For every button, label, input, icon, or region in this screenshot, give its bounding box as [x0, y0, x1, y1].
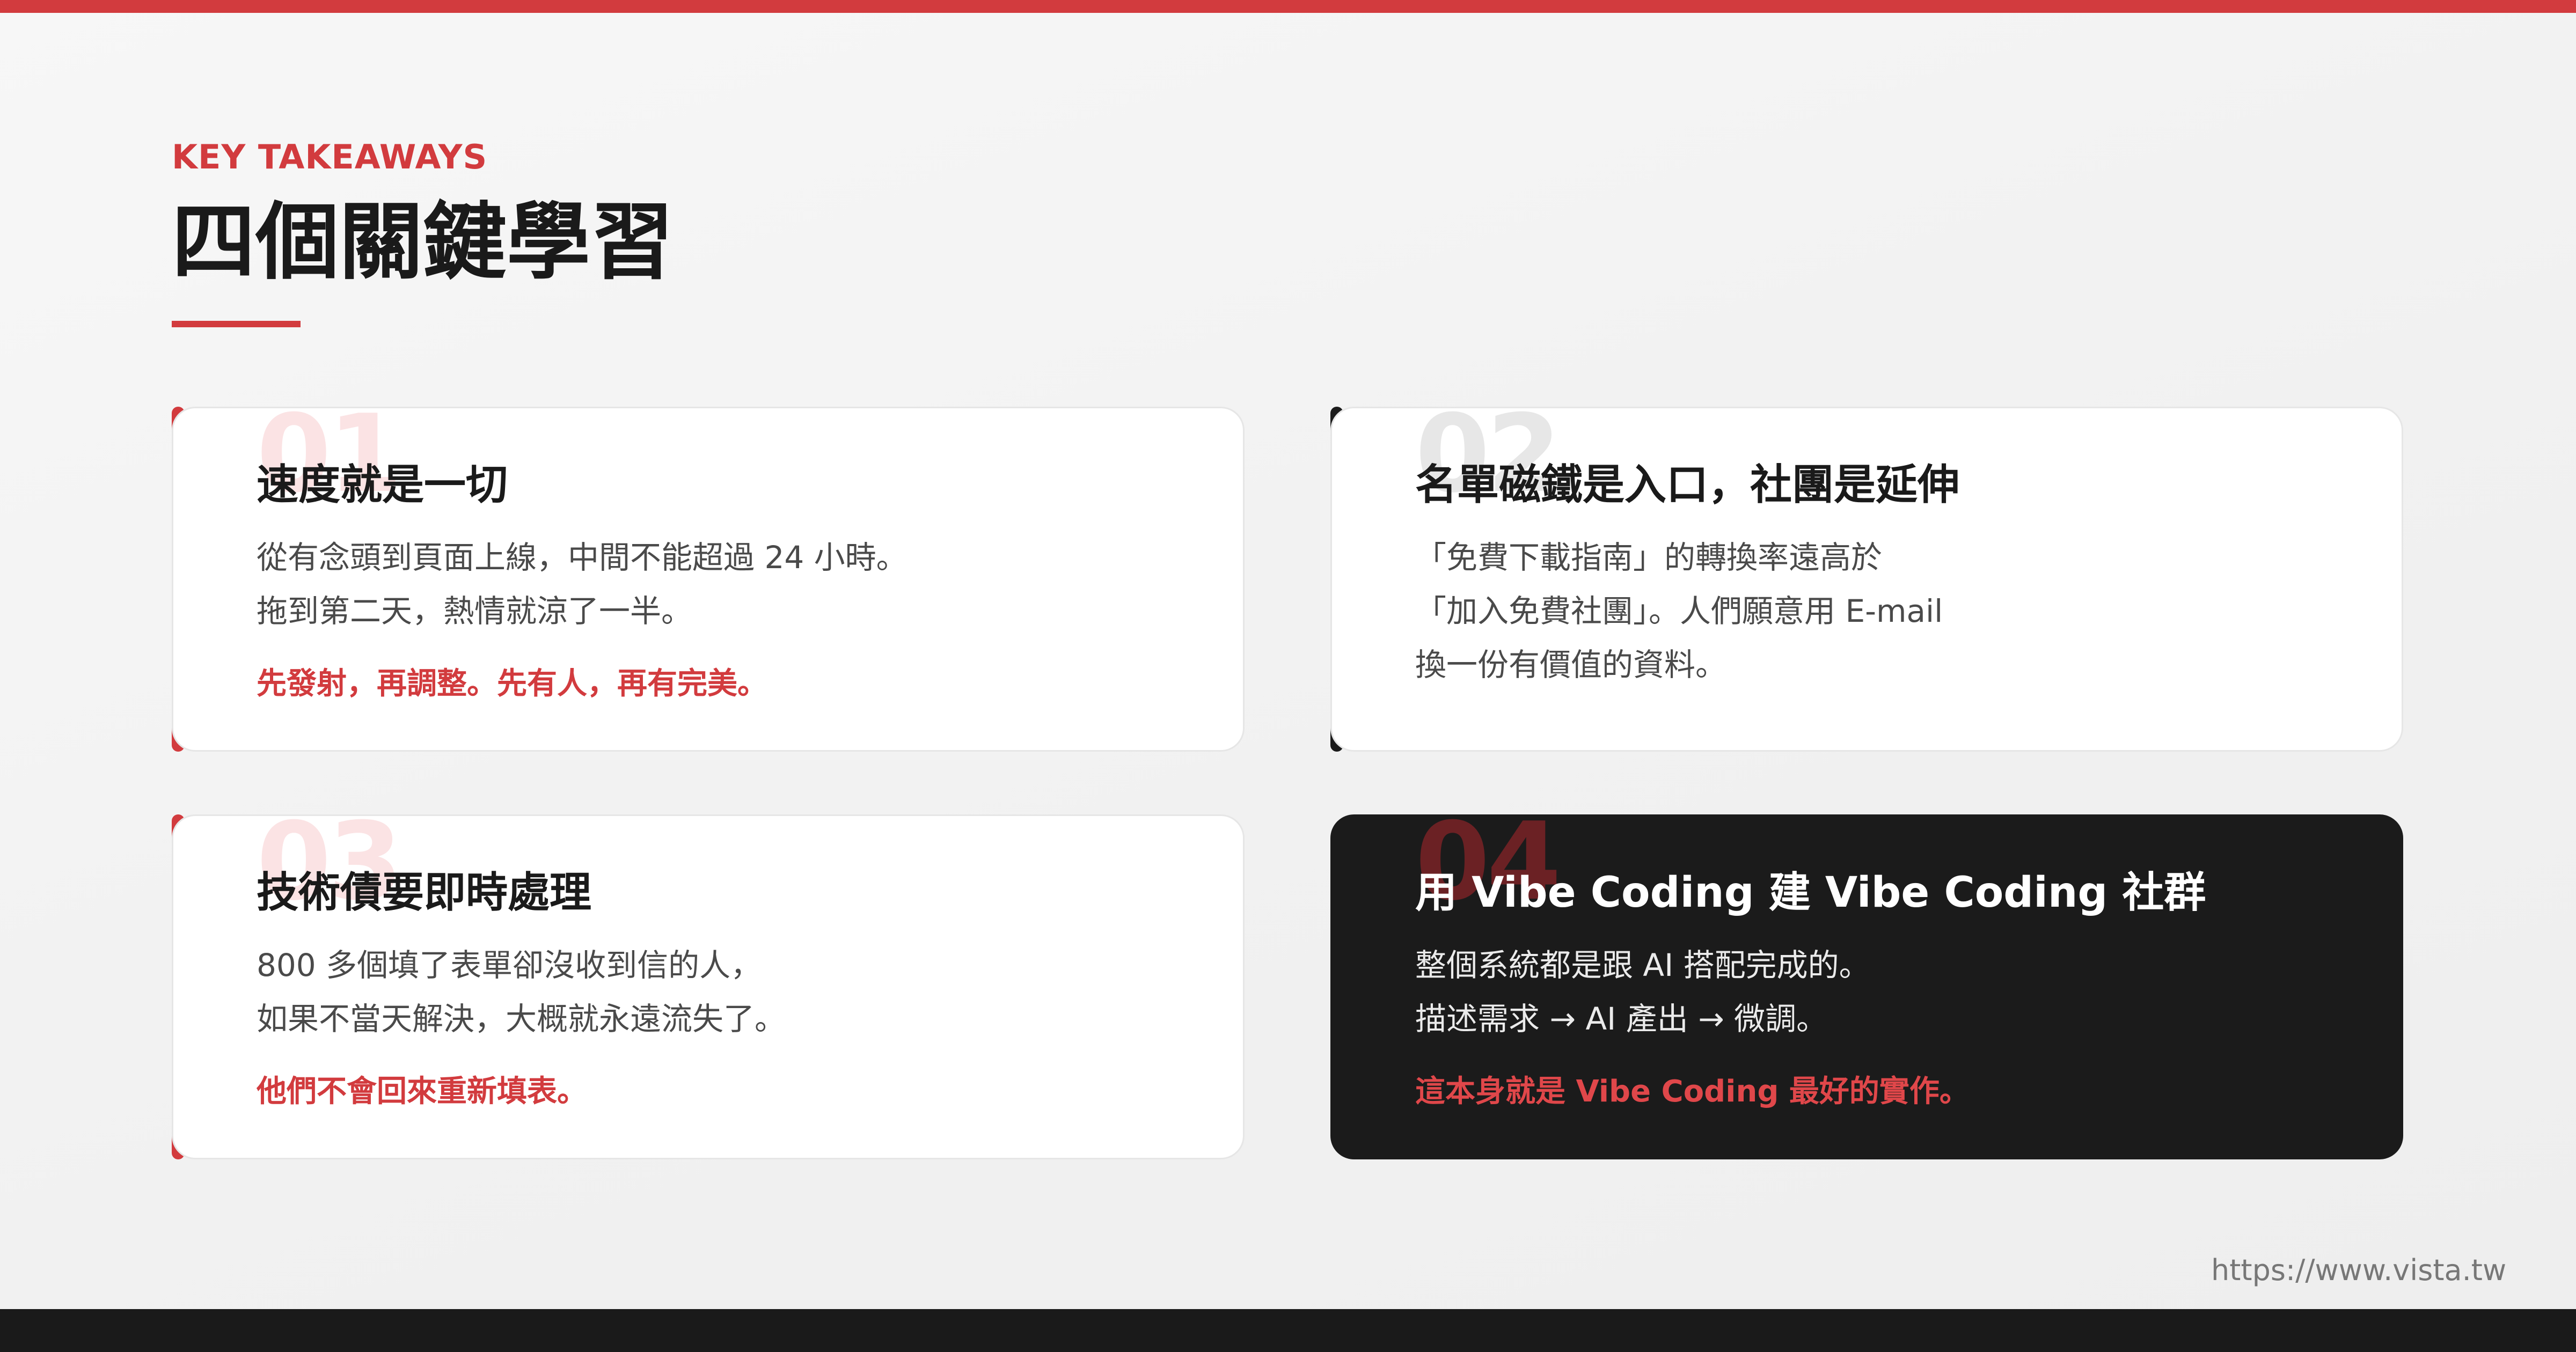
card-2-line-1: 「免費下載指南」的轉換率遠高於	[1415, 539, 1883, 576]
page-title: 四個關鍵學習	[172, 193, 674, 291]
card-4-line-2: 描述需求 → AI 產出 → 微調。	[1415, 1001, 1828, 1037]
section-eyebrow: KEY TAKEAWAYS	[172, 137, 488, 177]
card-2-line-3: 換一份有價值的資料。	[1415, 646, 1727, 683]
card-3-line-1: 800 多個填了表單卻沒收到信的人，	[257, 947, 762, 983]
bottom-bar	[0, 1309, 2576, 1352]
footer-url[interactable]: https://www.vista.tw	[2211, 1253, 2506, 1287]
card-3-line-2: 如果不當天解決，大概就永遠流失了。	[257, 1001, 786, 1037]
card-3-body: 800 多個填了表單卻沒收到信的人， 如果不當天解決，大概就永遠流失了。	[257, 938, 786, 1046]
card-2-body: 「免費下載指南」的轉換率遠高於 「加入免費社團」。人們願意用 E-mail 換一…	[1415, 531, 1943, 692]
top-accent-bar	[0, 0, 2576, 13]
card-1-body: 從有念頭到頁面上線，中間不能超過 24 小時。 拖到第二天，熱情就涼了一半。	[257, 531, 908, 638]
card-4-title: 用 Vibe Coding 建 Vibe Coding 社群	[1415, 869, 2206, 917]
card-1-line-1: 從有念頭到頁面上線，中間不能超過 24 小時。	[257, 539, 908, 576]
card-1-title: 速度就是一切	[257, 461, 508, 509]
title-underline	[172, 321, 301, 327]
takeaway-card-2: 02 名單磁鐵是入口，社團是延伸 「免費下載指南」的轉換率遠高於 「加入免費社團…	[1330, 407, 2403, 752]
takeaway-card-4: 04 用 Vibe Coding 建 Vibe Coding 社群 整個系統都是…	[1330, 814, 2403, 1159]
takeaway-card-3: 03 技術債要即時處理 800 多個填了表單卻沒收到信的人， 如果不當天解決，大…	[172, 814, 1245, 1159]
card-2-line-2: 「加入免費社團」。人們願意用 E-mail	[1415, 593, 1943, 629]
takeaway-card-1: 01 速度就是一切 從有念頭到頁面上線，中間不能超過 24 小時。 拖到第二天，…	[172, 407, 1245, 752]
card-2-title: 名單磁鐵是入口，社團是延伸	[1415, 461, 1960, 509]
card-1-line-2: 拖到第二天，熱情就涼了一半。	[257, 593, 693, 629]
card-3-highlight: 他們不會回來重新填表。	[257, 1074, 587, 1109]
card-1-highlight: 先發射，再調整。先有人，再有完美。	[257, 666, 767, 701]
card-4-highlight: 這本身就是 Vibe Coding 最好的實作。	[1415, 1074, 1970, 1109]
card-3-title: 技術債要即時處理	[257, 869, 592, 917]
card-4-line-1: 整個系統都是跟 AI 搭配完成的。	[1415, 947, 1870, 983]
card-4-body: 整個系統都是跟 AI 搭配完成的。 描述需求 → AI 產出 → 微調。	[1415, 938, 1870, 1046]
